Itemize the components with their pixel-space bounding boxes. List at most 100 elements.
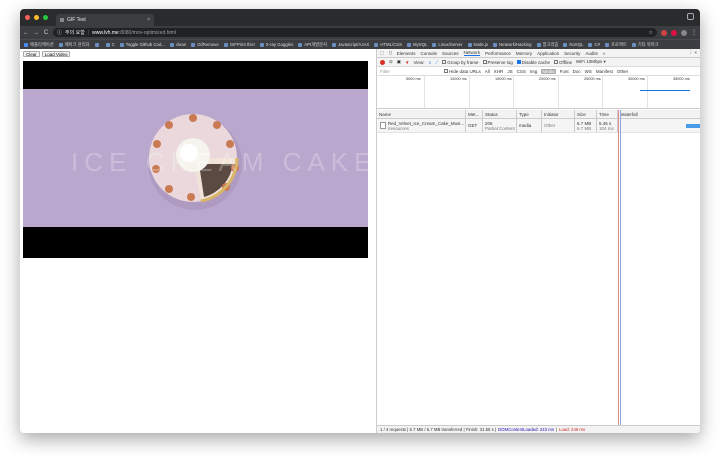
bookmark-item[interactable]: GifRemove	[191, 42, 219, 47]
type-filter-css[interactable]: CSS	[517, 69, 526, 74]
bookmark-item[interactable]: Javascript/AJAX	[332, 42, 369, 47]
info-icon[interactable]: ⓘ	[57, 29, 62, 36]
bookmark-folder-icon	[298, 42, 303, 47]
bookmark-item[interactable]: HTML/CSS	[374, 42, 402, 47]
bookmark-folder-icon	[407, 42, 412, 47]
bookmark-item[interactable]: API개발문서	[298, 42, 327, 48]
back-button[interactable]: ←	[23, 30, 29, 36]
col-status[interactable]: Status	[483, 110, 517, 118]
type-filter-img[interactable]: Img	[530, 69, 538, 74]
bookmark-item[interactable]: MySQL	[407, 42, 427, 47]
bookmark-item[interactable]: Network/Hacking	[493, 42, 532, 47]
zoom-window-button[interactable]	[43, 15, 48, 20]
extension-icon[interactable]	[681, 29, 687, 36]
tab-audits[interactable]: Audits	[585, 51, 598, 56]
type-filter-all[interactable]: All	[485, 69, 490, 74]
type-filter-ws[interactable]: WS	[585, 69, 592, 74]
tab-console[interactable]: Console	[421, 51, 438, 56]
bookmark-item[interactable]: Node.js	[467, 42, 489, 47]
camera-icon[interactable]: ▣	[397, 59, 401, 65]
more-tabs-button[interactable]: »	[603, 51, 606, 56]
address-bar[interactable]: ⓘ 주의 요함 | www.lvh.me:8080/mov-optimized.…	[53, 28, 657, 37]
offline-checkbox[interactable]: Offline	[554, 60, 572, 65]
profile-icon[interactable]	[687, 13, 694, 20]
bookmark-item[interactable]: clean	[169, 42, 186, 47]
inspect-icon[interactable]: ⬚	[380, 50, 384, 56]
tab-memory[interactable]: Memory	[516, 51, 532, 56]
bookmark-label: MySQL	[413, 42, 428, 47]
table-row[interactable]: Red_Velvet_Ice_Cream_Cake_Musi... /resou…	[377, 119, 700, 133]
type-filter-xhr[interactable]: XHR	[494, 69, 504, 74]
bookmark-item[interactable]: 기타 북마크	[631, 42, 659, 48]
bookmark-item[interactable]: C#	[588, 42, 600, 47]
tab-performance[interactable]: Performance	[485, 51, 511, 56]
bookmark-label: HTML/CSS	[380, 42, 403, 47]
col-name[interactable]: Name	[377, 110, 466, 118]
tab-close-icon[interactable]: ×	[147, 17, 150, 23]
browser-tab[interactable]: GIF Test ×	[56, 14, 154, 26]
waterfall-bar	[686, 124, 700, 128]
url-host: www.lvh.me	[92, 29, 119, 36]
bookmark-item[interactable]: 알고리즘	[536, 42, 558, 48]
tab-elements[interactable]: Elements	[397, 51, 416, 56]
close-window-button[interactable]	[25, 15, 30, 20]
timeline-overview[interactable]: 5000 ms 10000 ms 15000 ms 20000 ms 25000…	[377, 76, 700, 109]
bookmark-item[interactable]: 프로젝트	[604, 42, 627, 48]
col-time[interactable]: Time	[597, 110, 618, 118]
bookmark-item[interactable]: Toggle Github Cod...	[119, 42, 165, 47]
devtools-close-icon[interactable]: ⋮ ×	[689, 50, 697, 56]
col-initiator[interactable]: Initiator	[542, 110, 575, 118]
clear-icon[interactable]: ⊘	[389, 59, 393, 65]
extension-icon[interactable]	[661, 29, 667, 36]
col-size[interactable]: Size	[575, 110, 597, 118]
bookmark-item[interactable]: X-ray Goggles	[259, 42, 293, 47]
load-video-button[interactable]: Load Video	[41, 51, 71, 57]
timeline-tick: 30000 ms	[628, 77, 645, 81]
throttle-select[interactable]: WiFi 10Mbps ▾	[576, 59, 606, 65]
bookmark-item[interactable]: 애플리케이션	[24, 42, 54, 48]
filter-input[interactable]: Filter	[380, 69, 440, 74]
bookmark-label: Node.js	[473, 42, 489, 47]
bookmark-item[interactable]: 페이크 관리자	[58, 42, 90, 48]
bookmark-item[interactable]: C	[105, 42, 115, 47]
filter-icon[interactable]: ▼	[405, 60, 409, 65]
type-filter-doc[interactable]: Doc	[573, 69, 581, 74]
tab-application[interactable]: Application	[537, 51, 559, 56]
col-method[interactable]: Met...	[466, 110, 483, 118]
type-filter-font[interactable]: Font	[560, 69, 569, 74]
video-player[interactable]: ICE CREAM CAKE	[23, 61, 368, 258]
large-rows-icon[interactable]: ≡	[428, 60, 431, 65]
menu-icon[interactable]: ⋮	[691, 29, 697, 36]
tab-network[interactable]: Network	[463, 50, 481, 56]
type-filter-manifest[interactable]: Manifest	[596, 69, 613, 74]
type-filter-js[interactable]: JS	[507, 69, 512, 74]
bookmark-folder-icon	[467, 42, 472, 47]
bookmark-folder-icon	[58, 42, 63, 47]
record-icon[interactable]	[380, 59, 385, 65]
bookmark-item[interactable]: GIFPrint this!	[223, 42, 255, 47]
minimize-window-button[interactable]	[34, 15, 39, 20]
tab-security[interactable]: Security	[564, 51, 580, 56]
type-filter-media[interactable]: Media	[541, 68, 556, 74]
extension-icon[interactable]	[671, 29, 677, 36]
group-by-frame-checkbox[interactable]: Group by frame	[442, 60, 479, 65]
bookmark-item[interactable]	[94, 42, 101, 47]
disable-cache-checkbox[interactable]: Disable cache	[516, 60, 550, 65]
clear-button[interactable]: Clear	[23, 51, 40, 57]
col-waterfall[interactable]: Waterfall	[618, 110, 700, 118]
forward-button[interactable]: →	[33, 30, 39, 36]
bookmark-item[interactable]: Linux/Server	[432, 42, 463, 47]
device-toolbar-icon[interactable]: ▯	[389, 50, 391, 56]
tab-sources[interactable]: Sources	[442, 51, 459, 56]
overview-icon[interactable]: ⟋	[435, 60, 438, 65]
col-type[interactable]: Type	[517, 110, 542, 118]
hide-data-urls-checkbox[interactable]: Hide data URLs	[444, 69, 481, 74]
bookmark-star-icon[interactable]: ☆	[649, 30, 653, 36]
preserve-log-checkbox[interactable]: Preserve log	[482, 60, 513, 65]
reload-button[interactable]: C	[43, 30, 49, 36]
request-latency: 104 ms	[599, 125, 614, 131]
status-load: Load: 246 ms	[559, 427, 586, 432]
bookmark-item[interactable]: NoSQL	[563, 42, 583, 47]
bookmark-folder-icon	[24, 42, 28, 47]
type-filter-other[interactable]: Other	[617, 69, 628, 74]
